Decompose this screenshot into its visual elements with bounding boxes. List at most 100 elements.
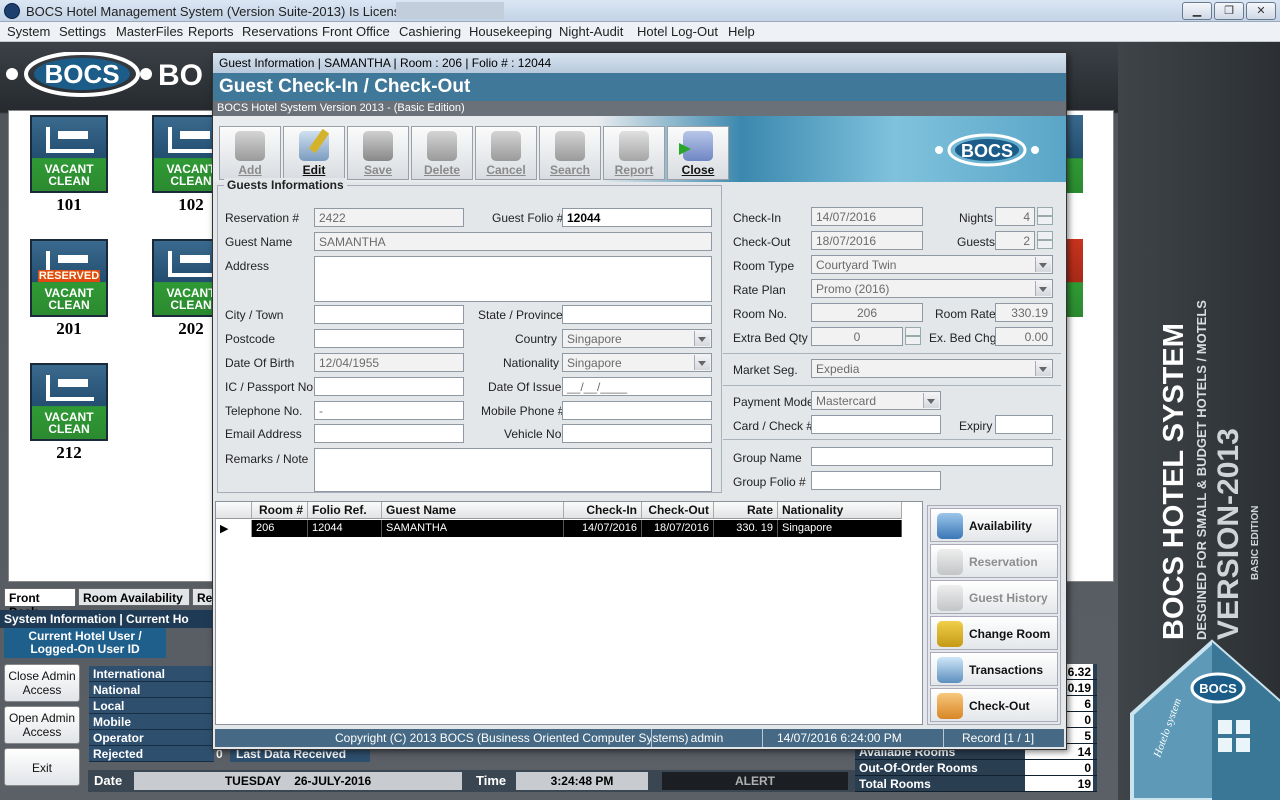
reservation-field[interactable]: 2422 [314,208,464,227]
group-name-label: Group Name [733,451,802,465]
report-button[interactable]: Report [603,126,665,180]
mobile-field[interactable] [562,401,712,420]
add-button[interactable]: Add [219,126,281,180]
minimize-button[interactable]: ▁ [1182,2,1212,20]
grid-header-nationality[interactable]: Nationality [778,502,902,519]
availability-button[interactable]: Availability [930,508,1058,542]
room-tile-212[interactable]: VACANT CLEAN 212 [29,363,109,463]
nights-field[interactable]: 4 [995,207,1035,226]
rate-plan-dropdown[interactable]: Promo (2016) [811,279,1053,298]
menu-reservations[interactable]: Reservations [242,24,318,39]
menu-settings[interactable]: Settings [59,24,106,39]
menu-masterfiles[interactable]: MasterFiles [116,24,183,39]
expiry-label: Expiry [959,419,993,433]
vehicle-field[interactable] [562,424,712,443]
menu-cashiering[interactable]: Cashiering [399,24,461,39]
grid-cell-folio: 12044 [308,520,382,537]
postcode-field[interactable] [314,329,464,348]
room-tile-partial[interactable] [1067,115,1083,193]
close-admin-access-button[interactable]: Close Admin Access [4,664,80,702]
delete-button[interactable]: Delete [411,126,473,180]
expiry-field[interactable] [995,415,1053,434]
guest-name-field[interactable]: SAMANTHA [314,232,712,251]
menu-night-audit[interactable]: Night-Audit [559,24,623,39]
grid-header-folio[interactable]: Folio Ref. [308,502,382,519]
room-tile-101[interactable]: VACANT CLEAN 101 [29,115,109,215]
extra-bed-field[interactable]: 0 [811,327,903,346]
room-number: 101 [56,195,82,214]
edit-button[interactable]: Edit [283,126,345,180]
extra-bed-stepper[interactable] [905,327,921,346]
open-admin-access-button[interactable]: Open Admin Access [4,706,80,744]
copyright-text: Copyright (C) 2013 BOCS (Business Orient… [335,731,689,745]
payment-mode-label: Payment Mode [733,395,814,409]
ex-bed-chg-field[interactable]: 0.00 [995,327,1053,346]
database-add-icon [235,131,265,161]
grid-header-checkin[interactable]: Check-In [564,502,642,519]
menu-help[interactable]: Help [728,24,755,39]
group-folio-field[interactable] [811,471,941,490]
state-label: State / Province [478,308,563,322]
card-check-field[interactable] [811,415,941,434]
change-room-button[interactable]: Change Room [930,616,1058,650]
checkout-field[interactable]: 18/07/2016 [811,231,923,250]
menu-housekeeping[interactable]: Housekeeping [469,24,552,39]
grid-header-room[interactable]: Room # [252,502,308,519]
grid-header-checkout[interactable]: Check-Out [642,502,714,519]
guests-stepper[interactable] [1037,231,1053,250]
chevron-down-icon [1039,287,1047,292]
nights-stepper[interactable] [1037,207,1053,226]
room-board-right-edge [1066,110,1114,582]
menu-system[interactable]: System [7,24,50,39]
tab-room-availability[interactable]: Room Availability [78,588,190,606]
room-tile-201[interactable]: RESERVED VACANT CLEAN 201 [29,239,109,339]
tab-front-desk[interactable]: Front Desk [4,588,76,619]
total-rooms-row: Total Rooms 19 [855,776,1097,792]
issue-date-field[interactable]: __/__/____ [562,377,712,396]
market-seg-dropdown[interactable]: Expedia [811,359,1053,378]
checkin-field[interactable]: 14/07/2016 [811,207,923,226]
search-button[interactable]: Search [539,126,601,180]
restore-button[interactable]: ❐ [1214,2,1244,20]
group-name-field[interactable] [811,447,1053,466]
ic-passport-label: IC / Passport No. [225,380,317,394]
transactions-button[interactable]: Transactions [930,652,1058,686]
menu-reports[interactable]: Reports [188,24,234,39]
guest-history-button[interactable]: Guest History [930,580,1058,614]
grid-header-rate[interactable]: Rate [714,502,778,519]
room-rate-field[interactable]: 330.19 [995,303,1053,322]
grid-cell-checkout: 18/07/2016 [642,520,714,537]
cancel-button[interactable]: Cancel [475,126,537,180]
reservation-button[interactable]: Reservation [930,544,1058,578]
checkout-button[interactable]: Check-Out [930,688,1058,722]
ic-passport-field[interactable] [314,377,464,396]
state-field[interactable] [562,305,712,324]
close-window-button[interactable]: ✕ [1246,2,1276,20]
address-field[interactable] [314,256,712,302]
title-bar: BOCS Hotel Management System (Version Su… [0,0,1280,22]
room-no-label: Room No. [733,307,788,321]
room-tile-partial[interactable] [1067,239,1083,317]
country-dropdown[interactable]: Singapore [562,329,712,348]
save-button[interactable]: Save [347,126,409,180]
payment-mode-dropdown[interactable]: Mastercard [811,391,941,410]
vehicle-label: Vehicle No. [504,427,565,441]
room-no-field[interactable]: 206 [811,303,923,322]
menu-front-office[interactable]: Front Office [322,24,390,39]
guests-field[interactable]: 2 [995,231,1035,250]
exit-button[interactable]: Exit [4,748,80,786]
close-button[interactable]: Close [667,126,729,180]
dob-field[interactable]: 12/04/1955 [314,353,464,372]
guest-folio-field[interactable]: 12044 [562,208,712,227]
room-type-dropdown[interactable]: Courtyard Twin [811,255,1053,274]
status-record: Record [1 / 1] [943,729,1039,747]
email-field[interactable] [314,424,464,443]
license-name-field [396,2,504,19]
telephone-field[interactable]: - [314,401,464,420]
grid-header-guest-name[interactable]: Guest Name [382,502,564,519]
city-field[interactable] [314,305,464,324]
remarks-field[interactable] [314,448,712,492]
door-swap-icon [937,621,963,647]
menu-hotel-logout[interactable]: Hotel Log-Out [637,24,718,39]
nationality-dropdown[interactable]: Singapore [562,353,712,372]
